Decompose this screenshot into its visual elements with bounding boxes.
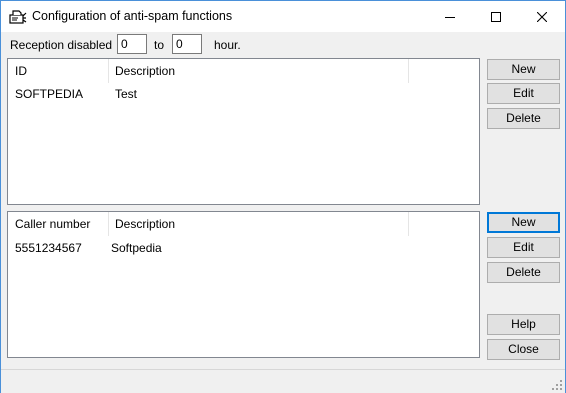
column-divider[interactable] [408, 212, 409, 236]
status-bar [1, 369, 565, 393]
new-id-button[interactable]: New [487, 59, 560, 80]
new-caller-button[interactable]: New [487, 212, 560, 233]
column-header-description[interactable]: Description [108, 212, 408, 236]
title-bar[interactable]: Configuration of anti-spam functions [1, 1, 565, 32]
hour-unit-label: hour. [214, 38, 241, 52]
window-title: Configuration of anti-spam functions [32, 9, 233, 23]
minimize-button[interactable] [427, 1, 473, 32]
close-icon [537, 11, 547, 22]
maximize-button[interactable] [473, 1, 519, 32]
resize-grip-icon[interactable] [551, 379, 563, 391]
reception-disabled-label: Reception disabled [10, 38, 113, 52]
fax-icon [9, 10, 27, 24]
description-cell: Test [115, 87, 138, 101]
caller-list-header: Caller number Description [8, 212, 479, 236]
minimize-icon [445, 16, 455, 18]
to-label: to [154, 38, 165, 52]
id-cell: SOFTPEDIA [15, 87, 84, 101]
reception-to-field[interactable] [172, 34, 202, 54]
column-header-id[interactable]: ID [8, 59, 108, 83]
dialog-body: Reception disabled to hour. ID Descripti… [1, 32, 565, 393]
column-header-description[interactable]: Description [108, 59, 408, 83]
id-list[interactable]: ID Description SOFTPEDIA Test [7, 58, 480, 205]
reception-from-field[interactable] [117, 34, 147, 54]
caller-number-cell: 5551234567 [15, 241, 82, 255]
close-button[interactable]: Close [487, 339, 560, 360]
edit-caller-button[interactable]: Edit [487, 237, 560, 258]
maximize-icon [491, 11, 501, 22]
dialog-window: Configuration of anti-spam functions Rec… [0, 0, 566, 393]
delete-id-button[interactable]: Delete [487, 108, 560, 129]
help-button[interactable]: Help [487, 314, 560, 335]
edit-id-button[interactable]: Edit [487, 83, 560, 104]
column-header-caller-number[interactable]: Caller number [8, 212, 108, 236]
delete-caller-button[interactable]: Delete [487, 262, 560, 283]
id-list-header: ID Description [8, 59, 479, 83]
column-divider[interactable] [408, 59, 409, 83]
description-cell: Softpedia [111, 241, 162, 255]
close-window-button[interactable] [519, 1, 565, 32]
caller-list[interactable]: Caller number Description 5551234567 Sof… [7, 211, 480, 358]
